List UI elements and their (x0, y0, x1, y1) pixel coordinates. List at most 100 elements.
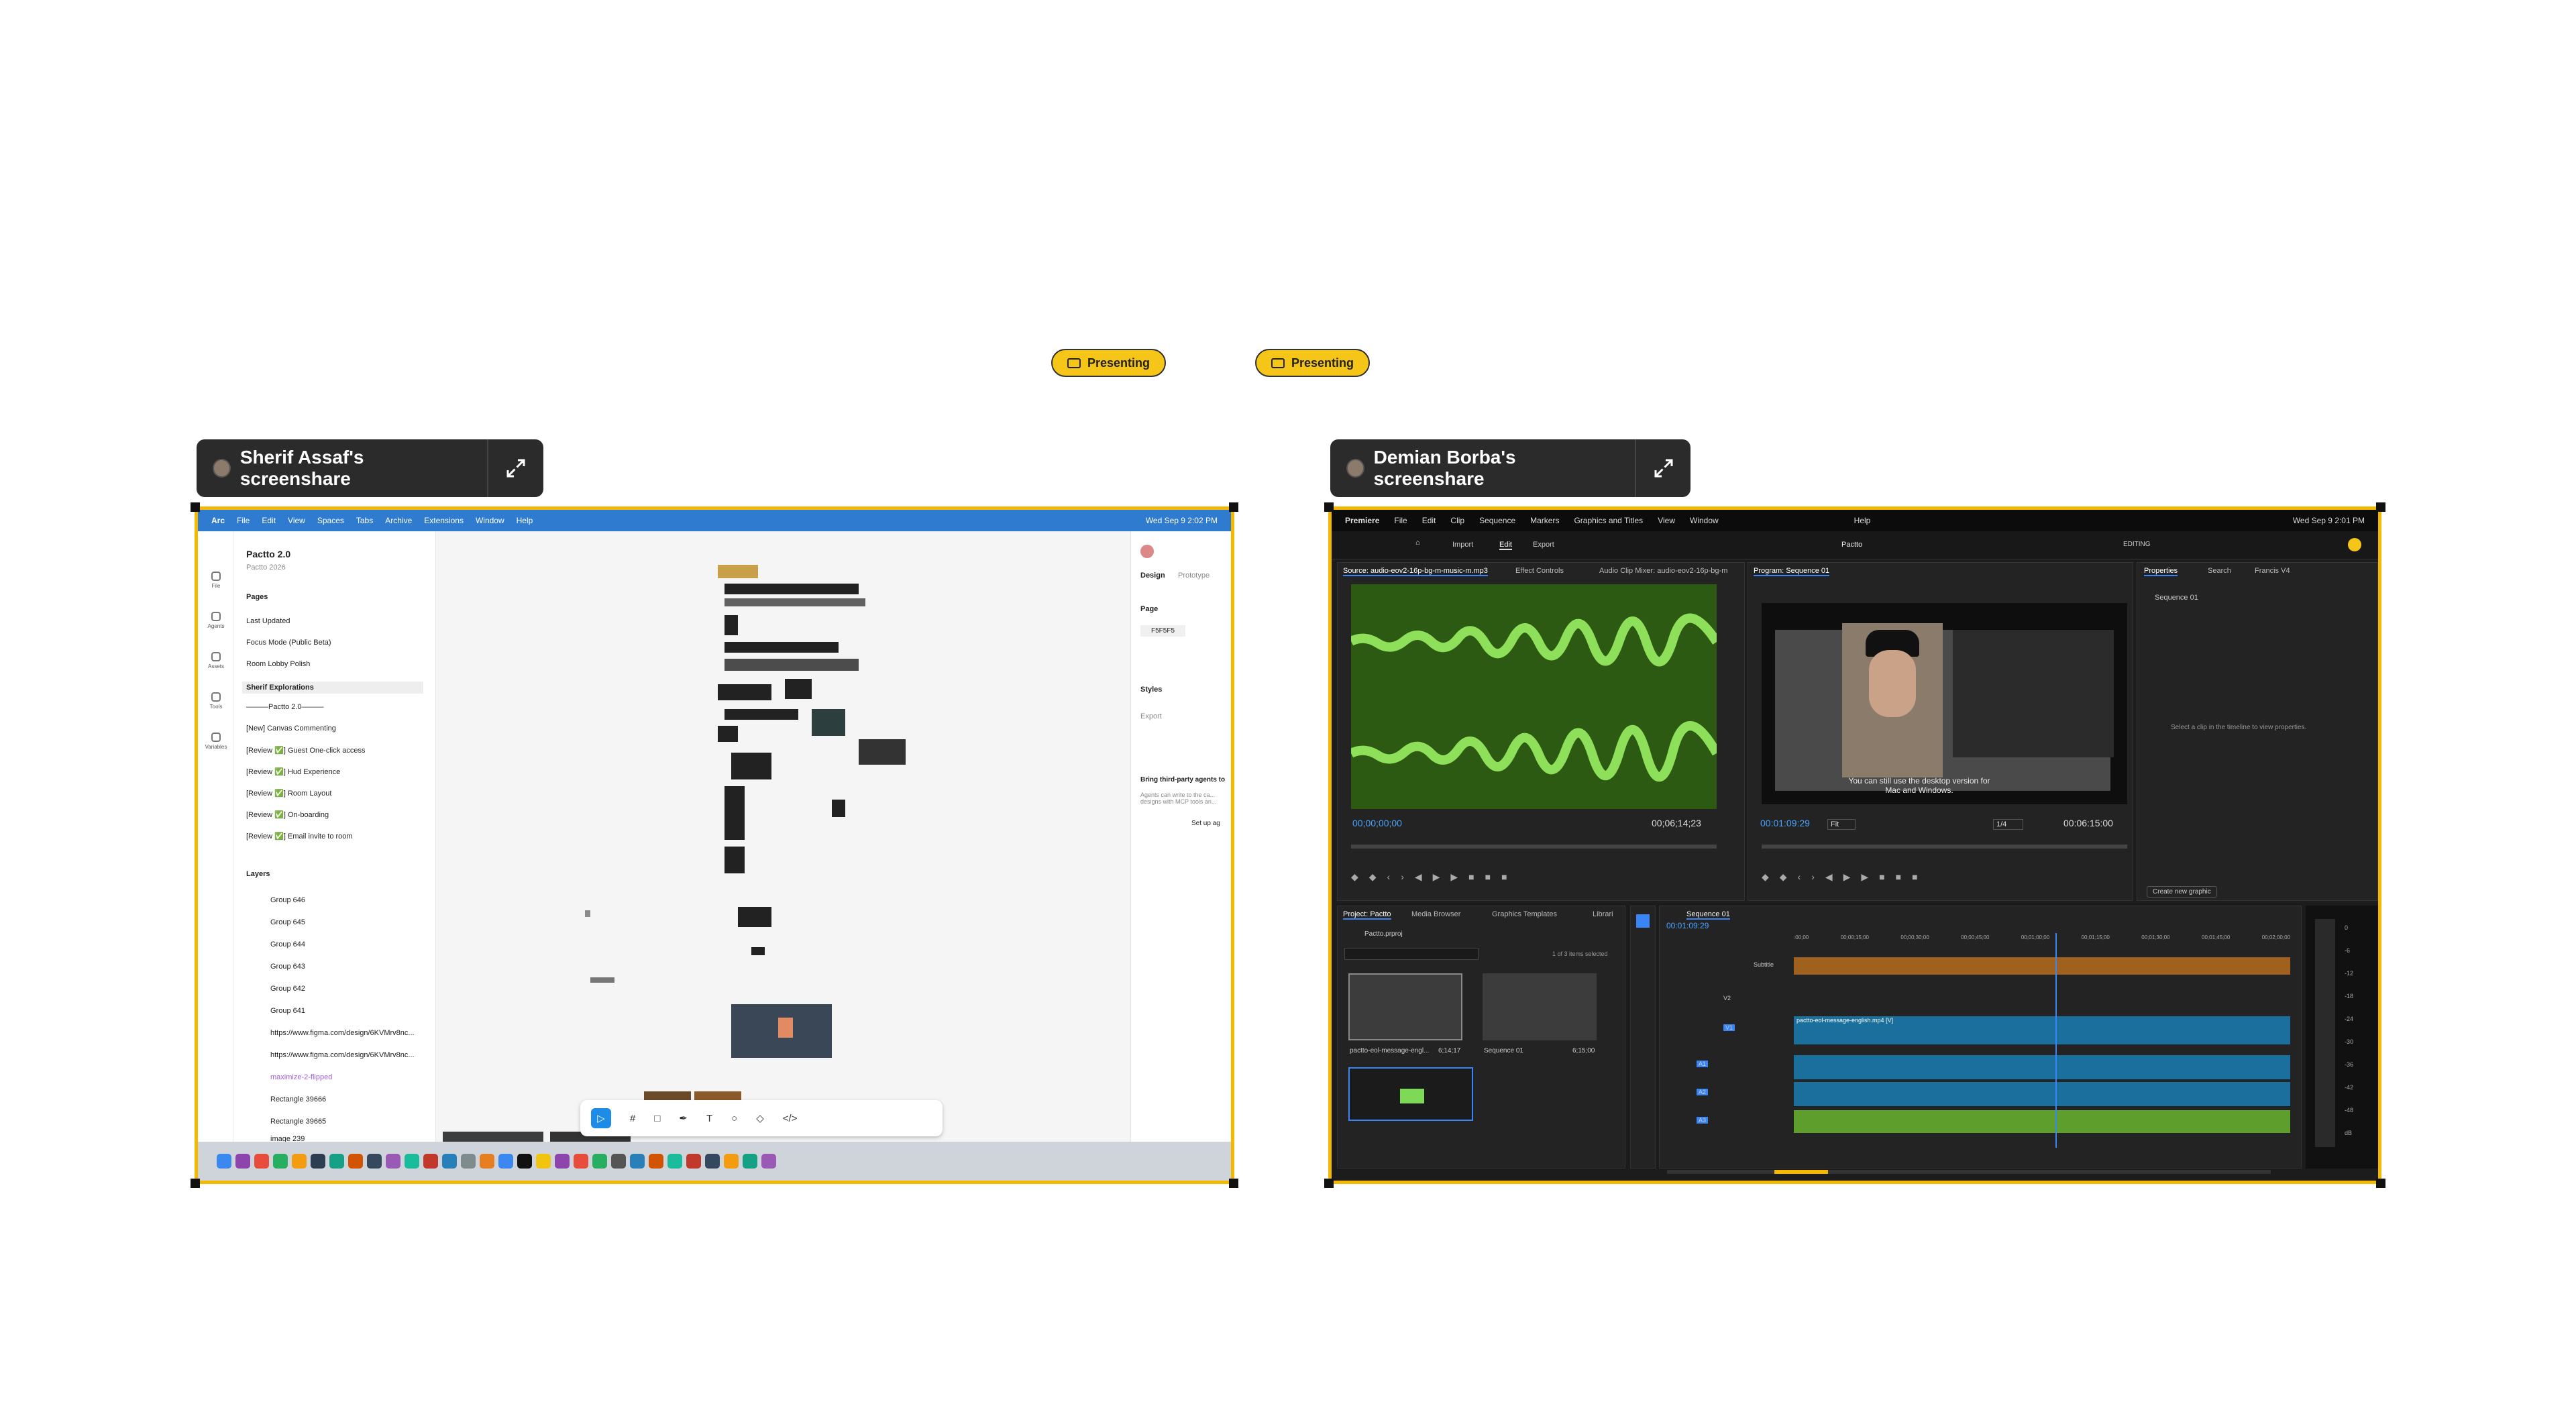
menu-item[interactable]: Archive (385, 516, 412, 525)
page-item[interactable]: Room Lobby Polish (246, 660, 310, 668)
menu-item[interactable]: Extensions (424, 516, 464, 525)
playhead[interactable] (2055, 933, 2057, 1148)
dock-app-icon[interactable] (423, 1154, 438, 1169)
frame-thumbnail[interactable] (751, 947, 765, 955)
page-item[interactable]: [Review ✅] On-boarding (246, 810, 329, 819)
menu-item[interactable]: Tabs (356, 516, 373, 525)
avatar[interactable] (1140, 545, 1154, 558)
dock-app-icon[interactable] (329, 1154, 344, 1169)
move-tool[interactable]: ▷ (591, 1108, 611, 1128)
tab-project[interactable]: Project: Pactto (1343, 910, 1391, 920)
dock-app-icon[interactable] (667, 1154, 682, 1169)
audio-clip-a2[interactable] (1794, 1082, 2290, 1106)
tab-libraries[interactable]: Librari (1593, 910, 1613, 918)
frame-thumbnail[interactable] (724, 709, 798, 720)
resize-handle[interactable] (191, 1179, 200, 1188)
rail-file[interactable]: File (205, 572, 227, 589)
source-transport-controls[interactable]: ◆◆‹›◀▶▶■■■ (1351, 871, 1717, 885)
dock-app-icon[interactable] (574, 1154, 588, 1169)
menu-item[interactable]: Markers (1530, 516, 1559, 525)
tab-properties[interactable]: Properties (2144, 567, 2178, 576)
page-color[interactable]: F5F5F5 (1140, 625, 1186, 637)
frame-thumbnail[interactable] (832, 800, 845, 817)
program-scrubber[interactable] (1762, 845, 2127, 849)
rail-assets[interactable]: Assets (205, 652, 227, 669)
resize-handle[interactable] (191, 502, 200, 512)
rectangle-tool[interactable]: □ (654, 1113, 660, 1124)
video-clip[interactable]: pactto-eol-message-english.mp4 [V] (1794, 1016, 2290, 1044)
frame-thumbnail[interactable] (778, 1018, 793, 1038)
resize-handle[interactable] (1324, 1179, 1334, 1188)
layer-item[interactable]: Rectangle 39666 (270, 1095, 326, 1103)
file-title[interactable]: Pactto 2.0 (246, 549, 290, 559)
menu-item[interactable]: Edit (262, 516, 276, 525)
expand-button[interactable] (488, 439, 543, 497)
dock-app-icon[interactable] (686, 1154, 701, 1169)
menu-item[interactable]: Premiere (1345, 516, 1379, 525)
component-tool[interactable]: ◇ (756, 1112, 764, 1124)
program-video[interactable]: You can still use the desktop version fo… (1762, 603, 2127, 804)
program-timecode[interactable]: 00:01:09:29 (1760, 818, 1810, 828)
pen-tool[interactable]: ✒ (679, 1112, 688, 1124)
dock-app-icon[interactable] (743, 1154, 757, 1169)
page-item-selected[interactable]: Sherif Explorations (242, 682, 423, 694)
layer-item[interactable]: Group 642 (270, 985, 305, 993)
menu-item[interactable]: Edit (1422, 516, 1436, 525)
project-item-name[interactable]: Sequence 01 (1484, 1047, 1523, 1054)
dock-app-icon[interactable] (498, 1154, 513, 1169)
tab-edit[interactable]: Edit (1499, 541, 1512, 550)
menu-item[interactable]: Window (476, 516, 504, 525)
menu-item[interactable]: Sequence (1479, 516, 1515, 525)
frame-tool[interactable]: # (630, 1113, 635, 1124)
screenshare-frame-right[interactable]: Premiere File Edit Clip Sequence Markers… (1328, 506, 2381, 1184)
layer-item[interactable]: Group 643 (270, 963, 305, 971)
layer-item[interactable]: Group 644 (270, 940, 305, 949)
dock-app-icon[interactable] (311, 1154, 325, 1169)
dock-app-icon[interactable] (442, 1154, 457, 1169)
audio-clip-a1[interactable] (1794, 1055, 2290, 1079)
audio-waveform[interactable] (1348, 584, 1721, 809)
frame-thumbnail[interactable] (590, 977, 614, 983)
dock-app-icon[interactable] (536, 1154, 551, 1169)
dock-app-icon[interactable] (705, 1154, 720, 1169)
dev-tool[interactable]: </> (783, 1113, 798, 1124)
page-item[interactable]: [Review ✅] Guest One-click access (246, 746, 366, 755)
dock-app-icon[interactable] (724, 1154, 739, 1169)
tab-graphics-templates[interactable]: Graphics Templates (1492, 910, 1557, 918)
menu-item[interactable]: Arc (211, 516, 225, 525)
project-thumbnail[interactable] (1348, 973, 1462, 1040)
timeline-timecode[interactable]: 00:01:09:29 (1666, 921, 1709, 930)
comment-tool[interactable]: ○ (731, 1113, 737, 1124)
notification-icon[interactable] (2348, 538, 2361, 551)
rail-variables[interactable]: Variables (205, 733, 227, 750)
dock-app-icon[interactable] (217, 1154, 231, 1169)
page-item[interactable]: [Review ✅] Hud Experience (246, 767, 340, 776)
project-search-input[interactable] (1344, 948, 1479, 960)
project-thumbnail[interactable] (1483, 973, 1597, 1040)
menu-item[interactable]: Help (517, 516, 533, 525)
timeline-ruler[interactable]: :00;00 00;00;15;00 00;00;30;00 00;00;45;00 0… (1794, 934, 2290, 945)
page-item[interactable]: [New] Canvas Commenting (246, 724, 336, 733)
dock-app-icon[interactable] (367, 1154, 382, 1169)
fit-dropdown[interactable]: Fit (1827, 819, 1856, 830)
audio-clip-a3[interactable] (1794, 1110, 2290, 1133)
page-item[interactable]: Last Updated (246, 617, 290, 625)
resolution-dropdown[interactable]: 1/4 (1993, 819, 2024, 830)
layer-item[interactable]: Group 641 (270, 1007, 305, 1015)
frame-thumbnail[interactable] (585, 910, 590, 917)
resize-handle[interactable] (2376, 502, 2385, 512)
menu-item[interactable]: Help (1854, 516, 1871, 525)
rail-tools[interactable]: Tools (205, 692, 227, 710)
home-icon[interactable]: ⌂ (1415, 539, 1420, 547)
frame-thumbnail[interactable] (785, 679, 812, 699)
frame-thumbnail[interactable] (718, 684, 771, 700)
dock-app-icon[interactable] (386, 1154, 400, 1169)
tab-import[interactable]: Import (1452, 541, 1473, 549)
dock-app-icon[interactable] (254, 1154, 269, 1169)
page-item[interactable]: Focus Mode (Public Beta) (246, 639, 331, 647)
source-scrubber[interactable] (1351, 845, 1717, 849)
layer-item[interactable]: https://www.figma.com/design/6KVMrv8nc..… (270, 1051, 428, 1059)
page-item[interactable]: [Review ✅] Email invite to room (246, 832, 353, 841)
dock-app-icon[interactable] (517, 1154, 532, 1169)
resize-handle[interactable] (1229, 502, 1238, 512)
